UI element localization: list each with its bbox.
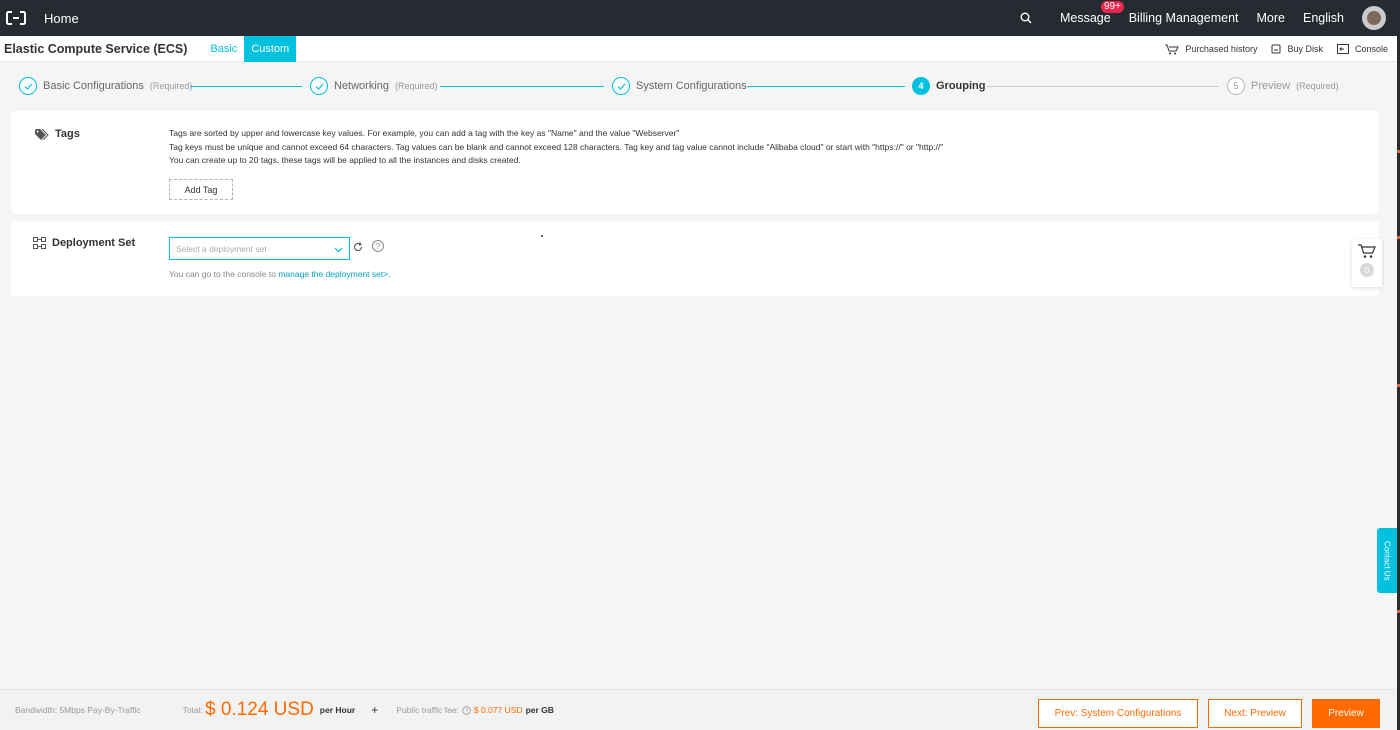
deployment-set-placeholder: Select a deployment set (176, 243, 267, 254)
tags-description-line: You can create up to 20 tags, these tags… (169, 155, 521, 165)
deployment-set-title: Deployment Set (33, 237, 135, 249)
traffic-fee-label: Public traffic fee: (396, 705, 459, 715)
buy-disk-link[interactable]: Buy Disk (1271, 44, 1323, 54)
console-label: Console (1354, 44, 1388, 54)
tag-icon (35, 128, 49, 140)
buy-disk-label: Buy Disk (1287, 44, 1323, 54)
check-icon (19, 77, 37, 95)
purchased-history-label: Purchased history (1185, 44, 1258, 54)
cart-count: 0 (1360, 263, 1374, 277)
info-icon[interactable]: ? (462, 705, 471, 715)
deployment-set-icon (33, 237, 46, 249)
price-footer: Bandwidth: 5Mbps Pay-By-Traffic Total: $… (0, 689, 1397, 730)
tags-description: Tags are sorted by upper and lowercase k… (169, 127, 943, 168)
step-number: 5 (1227, 77, 1245, 95)
check-icon (612, 77, 630, 95)
step-label: Basic Configurations (43, 80, 144, 92)
step-networking[interactable]: Networking (Required) (310, 77, 438, 95)
bandwidth-summary: Bandwidth: 5Mbps Pay-By-Traffic (15, 705, 141, 715)
add-tag-button[interactable]: Add Tag (169, 179, 233, 200)
floating-cart[interactable]: 0 (1352, 239, 1382, 287)
step-system-configurations[interactable]: System Configurations (612, 77, 747, 95)
tags-description-line: Tag keys must be unique and cannot excee… (169, 141, 944, 152)
tags-section: Tags Tags are sorted by upper and lowerc… (11, 111, 1379, 214)
total-amount: $ 0.124 USD (205, 699, 314, 720)
traffic-fee-unit: per GB (525, 705, 554, 715)
more-menu[interactable]: More (1257, 11, 1285, 25)
traffic-fee-amount: $ 0.077 USD (473, 705, 523, 715)
purchased-history-link[interactable]: Purchased history (1165, 44, 1257, 55)
cart-history-icon (1165, 44, 1180, 54)
svg-text:?: ? (465, 707, 468, 714)
step-required: (Required) (149, 81, 193, 91)
message-badge: 99+ (1100, 1, 1124, 13)
step-required: (Required) (395, 81, 438, 91)
step-required: (Required) (1296, 81, 1339, 91)
message-label: Message (1059, 11, 1111, 25)
step-grouping[interactable]: 4 Grouping (912, 77, 986, 95)
message-link[interactable]: Message 99+ (1059, 1, 1124, 25)
step-label: System Configurations (636, 80, 747, 92)
billing-management-link[interactable]: Billing Management (1129, 11, 1239, 25)
plus-sign: + (371, 703, 379, 717)
tags-title: Tags (35, 128, 80, 140)
check-icon (310, 77, 328, 95)
product-header: Elastic Compute Service (ECS) Basic Cust… (0, 35, 1400, 62)
next-preview-button[interactable]: Next: Preview (1208, 699, 1302, 728)
preview-button[interactable]: Preview (1312, 699, 1380, 728)
step-connector (987, 86, 1219, 87)
step-basic-configurations[interactable]: Basic Configurations (Required) (19, 77, 192, 95)
step-number: 4 (912, 77, 930, 95)
language-selector[interactable]: English (1303, 11, 1344, 25)
tags-title-label: Tags (55, 128, 80, 140)
step-connector (440, 86, 604, 87)
contact-us-label: Contact Us (1382, 540, 1392, 581)
total-unit: per Hour (319, 705, 356, 715)
alibaba-cloud-logo-icon[interactable] (0, 0, 32, 36)
step-label: Preview (1251, 80, 1291, 92)
tab-custom[interactable]: Custom (244, 35, 297, 62)
tags-description-line: Tags are sorted by upper and lowercase k… (169, 128, 680, 138)
product-title: Elastic Compute Service (ECS) (4, 41, 188, 56)
home-link[interactable]: Home (44, 11, 79, 26)
refresh-icon[interactable] (353, 241, 363, 255)
contact-us-tab[interactable]: Contact Us (1377, 528, 1397, 593)
shopping-cart-icon (1358, 244, 1376, 258)
avatar[interactable] (1362, 6, 1386, 30)
cursor-dot (541, 235, 543, 237)
step-label: Grouping (936, 80, 986, 92)
disk-icon (1271, 44, 1281, 54)
deployment-set-hint: You can go to the console to manage the … (169, 269, 391, 279)
deployment-set-title-label: Deployment Set (52, 237, 136, 249)
total-label: Total: (182, 705, 203, 715)
console-link[interactable]: Console (1336, 44, 1388, 54)
deployment-set-select[interactable]: Select a deployment set (169, 237, 350, 260)
top-navbar: Home Message 99+ Billing Management More… (0, 0, 1400, 36)
step-label: Networking (334, 80, 390, 92)
wizard-steps: Basic Configurations (Required) Networki… (0, 62, 1400, 110)
step-connector (190, 86, 302, 87)
tab-basic[interactable]: Basic (203, 36, 244, 62)
search-icon[interactable] (1020, 12, 1032, 24)
console-icon (1336, 44, 1349, 54)
help-icon[interactable]: ? (372, 240, 384, 252)
avatar-face-icon (1367, 11, 1381, 25)
deployment-hint-text: You can go to the console to (169, 269, 279, 279)
deployment-set-section: Deployment Set Select a deployment set ?… (11, 221, 1379, 296)
manage-deployment-set-link[interactable]: manage the deployment set>. (278, 269, 390, 279)
chevron-down-icon (334, 243, 343, 257)
prev-system-configurations-button[interactable]: Prev: System Configurations (1038, 699, 1198, 728)
step-preview[interactable]: 5 Preview (Required) (1227, 77, 1339, 95)
step-connector (747, 86, 905, 87)
